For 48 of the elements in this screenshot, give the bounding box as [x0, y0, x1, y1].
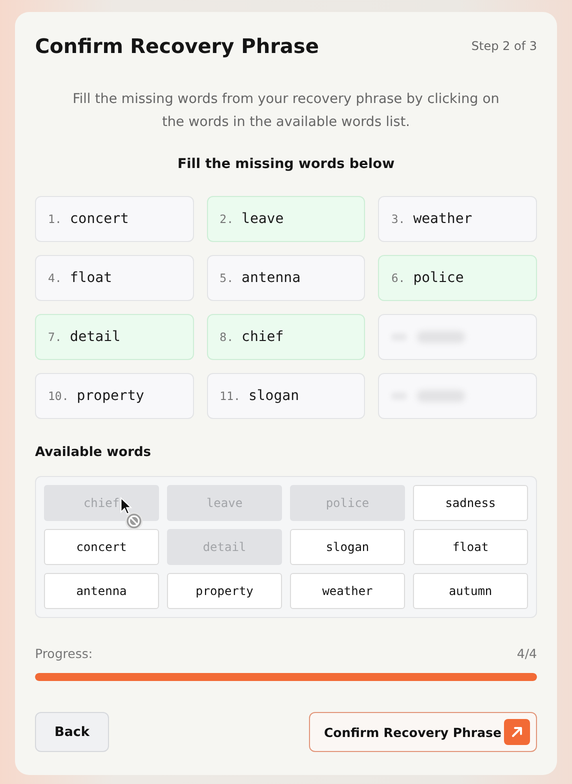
slot-word: antenna — [242, 270, 301, 286]
slot-number: 7. — [48, 330, 62, 344]
page-title: Confirm Recovery Phrase — [35, 34, 319, 58]
word-slot[interactable]: 7. detail — [35, 314, 194, 360]
progress-label: Progress: — [35, 646, 93, 661]
word-chip[interactable]: slogan — [290, 529, 405, 565]
word-chip[interactable]: float — [413, 529, 528, 565]
word-slot[interactable]: 6. police — [378, 255, 537, 301]
section-heading: Fill the missing words below — [176, 156, 396, 172]
slot-number: 4. — [48, 271, 62, 285]
word-slot[interactable]: 11. slogan — [206, 373, 366, 419]
slot-number: 11. — [220, 389, 240, 403]
slot-word: property — [76, 388, 144, 404]
word-slot[interactable]: 1. concert — [35, 196, 194, 242]
slot-number: 5. — [220, 271, 234, 285]
slot-word: police — [413, 270, 464, 286]
word-chip[interactable]: antenna — [44, 573, 159, 609]
section-heading: Available words — [35, 445, 152, 460]
slot-number: 3. — [391, 212, 406, 226]
word-slot[interactable]: 8. chief — [206, 314, 366, 360]
word-chip[interactable]: sadness — [413, 485, 528, 521]
word-slot[interactable]: 2. leave — [206, 196, 366, 242]
word-slot[interactable]: 3. weather — [378, 196, 537, 242]
word-slot[interactable]: 4. float — [35, 255, 194, 301]
instructions-text: Fill the missing words from your recovery phrase by clicking on the words in the available words list. — [72, 90, 500, 132]
slot-number: 6. — [391, 271, 406, 285]
word-slot[interactable]: 5. antenna — [206, 255, 366, 301]
slot-word: weather — [413, 211, 472, 227]
slot-number: 10. — [48, 389, 69, 403]
not-allowed-cursor-icon — [119, 497, 145, 531]
word-slot[interactable]: 10. property — [35, 373, 194, 419]
word-chip[interactable]: property — [167, 573, 282, 609]
confirm-button[interactable]: Confirm Recovery Phrase — [309, 712, 537, 752]
slot-word: float — [70, 270, 112, 286]
slot-number: 8. — [220, 330, 234, 344]
slot-word: slogan — [248, 388, 300, 404]
slot-word: concert — [70, 211, 129, 227]
progress-count: 4/4 — [516, 646, 537, 661]
back-button[interactable]: Back — [35, 712, 109, 752]
slot-number: 2. — [220, 212, 234, 226]
slot-word: leave — [242, 211, 284, 227]
word-chip[interactable]: concert — [44, 529, 159, 565]
step-indicator: Step 2 of 3 — [471, 39, 537, 53]
slot-word: detail — [70, 329, 120, 345]
slot-number: 1. — [48, 212, 62, 226]
word-chip[interactable]: weather — [290, 573, 405, 609]
slot-word: chief — [242, 329, 284, 345]
word-chip[interactable]: autumn — [413, 573, 528, 609]
